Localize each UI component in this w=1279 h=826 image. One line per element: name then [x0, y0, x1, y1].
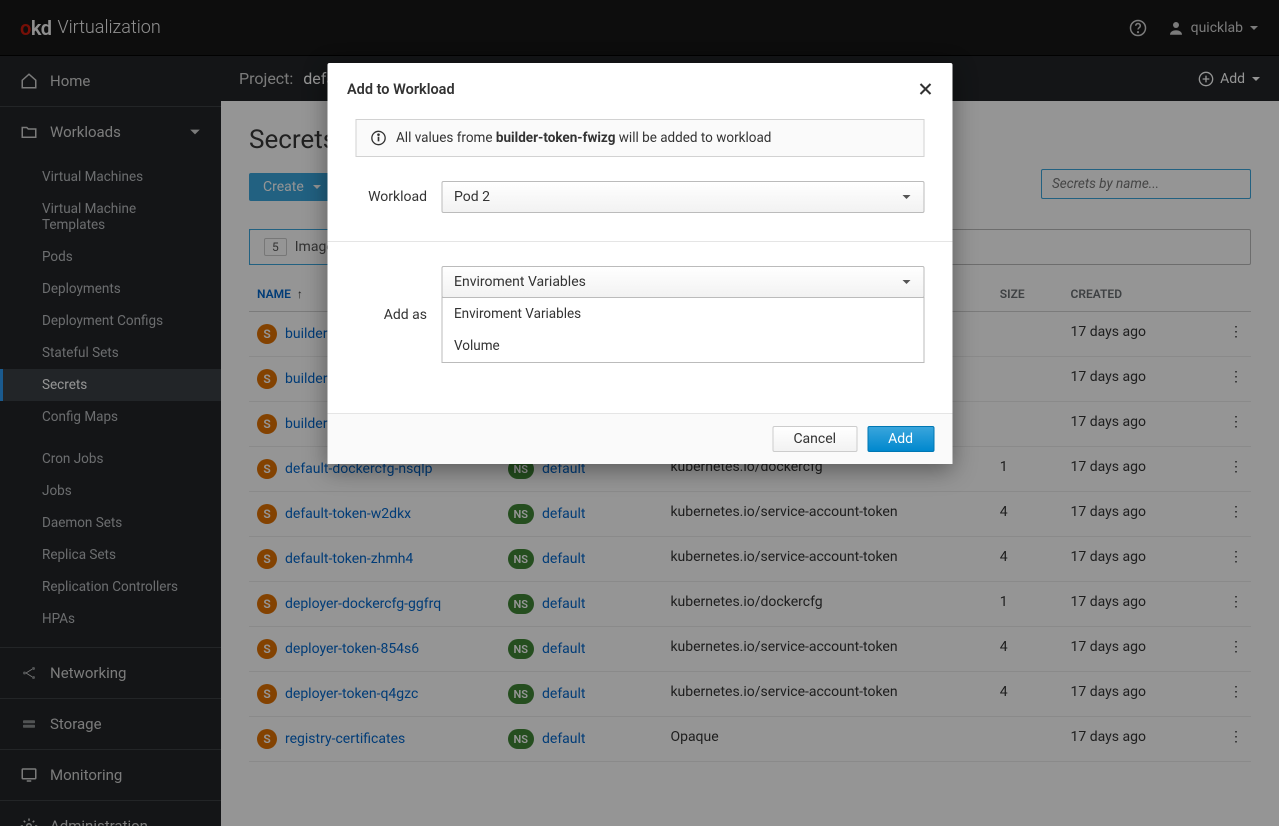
chevron-down-icon	[901, 277, 911, 287]
info-icon	[370, 130, 386, 146]
modal-title: Add to Workload	[347, 81, 455, 98]
workload-select[interactable]: Pod 2	[441, 181, 924, 213]
dropdown-option[interactable]: Volume	[442, 330, 923, 362]
info-banner: All values frome builder-token-fwizg wil…	[355, 119, 924, 157]
add-confirm-button[interactable]: Add	[867, 426, 934, 452]
chevron-down-icon	[901, 192, 911, 202]
modal-overlay: Add to Workload All values frome builder…	[0, 0, 1279, 826]
dropdown-option[interactable]: Enviroment Variables	[442, 298, 923, 330]
add-as-select[interactable]: Enviroment Variables	[441, 266, 924, 298]
close-icon	[918, 82, 932, 96]
cancel-button[interactable]: Cancel	[772, 426, 857, 452]
workload-label: Workload	[355, 189, 427, 205]
close-button[interactable]	[918, 79, 932, 99]
add-as-dropdown: Enviroment VariablesVolume	[441, 297, 924, 363]
add-to-workload-modal: Add to Workload All values frome builder…	[327, 63, 952, 464]
add-as-label: Add as	[355, 307, 427, 323]
